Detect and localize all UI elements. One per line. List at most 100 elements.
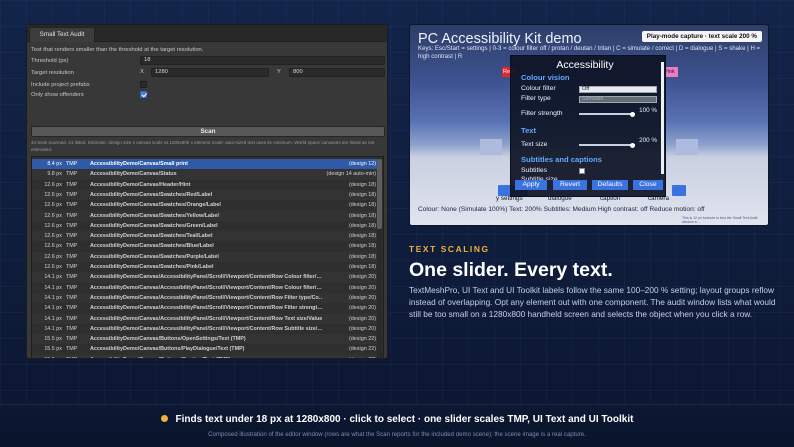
table-row[interactable]: 9.8 px TMP AccessibilityDemo/Canvas/Status… [32,169,378,180]
camera-button[interactable] [672,185,686,196]
accessibility-panel: Accessibility Colour vision Colour filte… [510,55,666,197]
row-type: TMP [66,253,78,260]
scene-cube-left [480,139,502,155]
row-path: AccessibilityDemo/Canvas/AccessibilityPa… [90,284,322,291]
text-size-knob[interactable] [630,142,635,148]
row-design: (design 20) [349,315,376,322]
results-scrollbar[interactable] [377,159,382,358]
table-row[interactable]: 14.1 px TMP AccessibilityDemo/Canvas/Acces… [32,272,378,283]
row-path: AccessibilityDemo/Canvas/Status [90,171,177,178]
table-row[interactable]: 14.1 px TMP AccessibilityDemo/Canvas/Acces… [32,292,378,304]
row-type: TMP [66,274,78,281]
subtitles-label: Subtitles [521,167,548,174]
table-row[interactable]: 12.6 px TMP AccessibilityDemo/Canvas/Swatc… [32,200,378,210]
apply-button[interactable]: Apply [515,180,547,190]
row-size: 14.1 px [44,305,62,312]
table-row[interactable]: 12.6 px TMP AccessibilityDemo/Canvas/Swatc… [32,210,378,221]
table-row[interactable]: 14.1 px TMP AccessibilityDemo/Canvas/Acces… [32,313,378,324]
table-row[interactable]: 12.6 px TMP AccessibilityDemo/Canvas/Swatc… [32,221,378,231]
table-row[interactable]: 15.5 px TMP AccessibilityDemo/Canvas/Butto… [32,334,378,345]
results-scrollbar-thumb[interactable] [377,159,382,229]
scan-summary: 44 texts scanned, 41 listed. Estimate: d… [31,140,375,152]
colour-filter-label: Colour filter [521,85,556,92]
table-row[interactable]: 14.1 px TMP AccessibilityDemo/Canvas/Acces… [32,303,378,313]
filter-strength-label: Filter strength [521,110,563,117]
row-design: (design 14 auto-min) [326,171,376,178]
body-copy: TextMeshPro, UI Text and UI Toolkit labe… [409,285,776,319]
row-type: TMP [66,181,78,188]
table-row[interactable]: 12.6 px TMP AccessibilityDemo/Canvas/Swatc… [32,189,378,201]
row-size: 15.5 px [44,346,62,353]
row-type: TMP [66,233,78,240]
filter-type-label: Filter type [521,95,551,102]
section-subtitles: Subtitles and captions [521,155,603,164]
row-path: AccessibilityDemo/Canvas/Swatches/Purple… [90,253,219,260]
footer-headline: Finds text under 18 px at 1280x800 · cli… [0,414,794,425]
only-offenders-checkbox[interactable] [140,91,147,98]
resolution-x-label: X [140,69,144,75]
table-row[interactable]: 12.6 px TMP AccessibilityDemo/Canvas/Swatc… [32,262,378,272]
table-row[interactable]: 12.6 px TMP AccessibilityDemo/Canvas/Heade… [32,180,378,190]
row-design: (design 18) [349,233,376,240]
scan-button[interactable]: Scan [31,126,385,137]
row-path: AccessibilityDemo/Canvas/Buttons/PlayDia… [90,346,245,353]
row-path: AccessibilityDemo/Canvas/Small print [90,161,188,167]
row-size: 14.1 px [44,294,62,301]
row-path: AccessibilityDemo/Canvas/Swatches/Orange… [90,202,221,209]
include-prefabs-checkbox[interactable] [140,81,147,88]
threshold-field[interactable]: 18 [140,56,385,65]
resolution-x-field[interactable]: 1280 [151,68,269,77]
row-path: AccessibilityDemo/Canvas/Buttons/Caption… [90,355,322,358]
row-size: 14.1 px [44,315,62,322]
threshold-label: Threshold (px) [31,58,69,64]
row-size: 12.6 px [44,191,62,198]
resolution-y-label: Y [277,69,281,75]
row-path: AccessibilityDemo/Canvas/Swatches/Yellow… [90,212,219,219]
table-row[interactable]: 14.1 px TMP AccessibilityDemo/Canvas/Acces… [32,283,378,293]
row-type: TMP [66,212,78,219]
row-size: 14.1 px [44,325,62,332]
table-row[interactable]: 12.6 px TMP AccessibilityDemo/Canvas/Swatc… [32,251,378,262]
results-list: 15.5 px TMP AccessibilityDemo/Canvas/Acces… [31,156,384,358]
row-path: AccessibilityDemo/Canvas/Swatches/Red/La… [90,191,213,198]
tab-small-text-audit[interactable]: Small Text Audit [29,27,95,42]
game-view-capture: PC Accessibility Kit demo Play-mode capt… [409,24,769,226]
panel-scrollbar[interactable] [661,62,664,186]
row-design: (design 22) [349,355,376,358]
table-row[interactable]: 12.6 px TMP AccessibilityDemo/Canvas/Swatc… [32,241,378,251]
close-button[interactable]: Close [633,180,663,190]
table-row[interactable]: 15.5 px TMP AccessibilityDemo/Canvas/Butto… [32,354,378,358]
row-type: TMP [66,336,78,343]
subtitles-checkbox[interactable] [579,168,585,174]
row-size: 15.5 px [36,355,62,358]
row-type: TMP [66,305,78,312]
table-row[interactable]: 15.5 px TMP AccessibilityDemo/Canvas/Butto… [32,344,378,354]
footer-main-text: Finds text under 18 px at 1280x800 · cli… [175,414,634,425]
revert-button[interactable]: Revert [553,180,587,190]
filter-type-dropdown[interactable]: Simulate [579,96,657,103]
row-design: (design 20) [349,325,376,332]
row-type: TMP [66,315,78,322]
row-path: AccessibilityDemo/Canvas/AccessibilityPa… [90,315,322,322]
only-offenders-label: Only show offenders [31,92,84,98]
row-size: 12.6 px [44,181,62,188]
defaults-button[interactable]: Defaults [592,180,628,190]
row-path: AccessibilityDemo/Canvas/Swatches/Teal/L… [90,233,213,240]
bullet-dot-icon [160,414,168,422]
text-size-slider[interactable] [579,142,635,148]
colour-filter-dropdown[interactable]: Off [579,86,657,93]
row-design: (design 20) [349,294,376,301]
row-path: AccessibilityDemo/Canvas/Swatches/Blue/L… [90,243,214,250]
scene-cube-right [676,139,698,155]
row-path: AccessibilityDemo/Canvas/AccessibilityPa… [90,325,322,332]
filter-strength-slider[interactable] [579,111,635,117]
table-row[interactable]: 12.6 px TMP AccessibilityDemo/Canvas/Swatc… [32,231,378,242]
table-row[interactable]: 14.1 px TMP AccessibilityDemo/Canvas/Acces… [32,324,378,334]
table-row[interactable]: 8.4 px TMP AccessibilityDemo/Canvas/Small … [32,159,378,170]
panel-scrollbar-thumb[interactable] [661,62,664,174]
filter-strength-knob[interactable] [630,111,635,117]
resolution-y-field[interactable]: 800 [289,68,385,77]
row-type: TMP [66,264,78,270]
row-size: 12.6 px [44,264,62,270]
row-design: (design 18) [349,253,376,260]
